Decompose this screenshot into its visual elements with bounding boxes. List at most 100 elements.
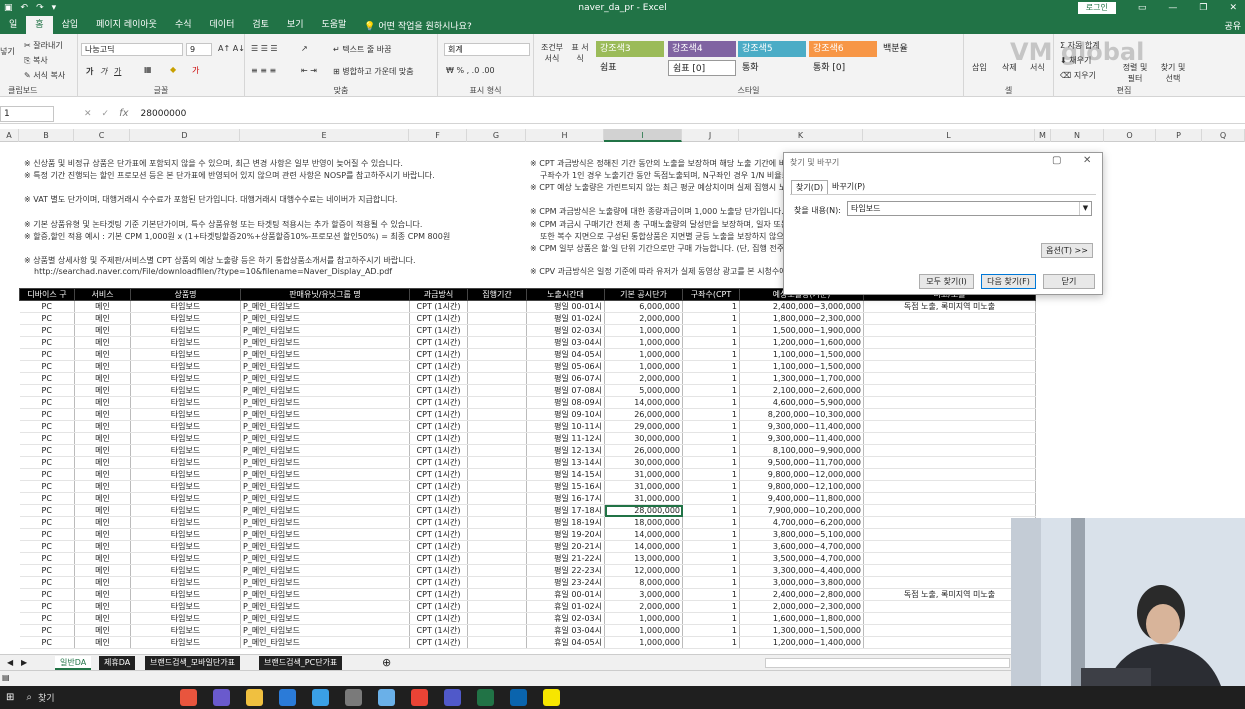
cell-style-4[interactable]: 백분율 <box>879 41 947 57</box>
table-cell[interactable]: 1,000,000 <box>604 612 683 625</box>
table-cell[interactable]: PC <box>19 600 75 613</box>
table-cell[interactable]: 타임보드 <box>130 468 241 481</box>
table-cell[interactable] <box>863 396 1036 409</box>
table-cell[interactable]: 12,000,000 <box>604 564 683 577</box>
table-cell[interactable]: 메인 <box>74 612 131 625</box>
table-cell[interactable]: 타임보드 <box>130 480 241 493</box>
table-cell[interactable]: 타임보드 <box>130 636 241 649</box>
table-cell[interactable]: 평일 03-04시 <box>526 336 605 349</box>
tab-replace[interactable]: 바꾸기(P) <box>828 180 869 194</box>
cell-style-8[interactable]: 통화 [0] <box>809 60 877 76</box>
table-cell[interactable]: P_메인_타임보드 <box>240 372 410 385</box>
table-cell[interactable]: 타임보드 <box>130 348 241 361</box>
column-header-E[interactable]: E <box>240 129 409 142</box>
table-cell[interactable]: PC <box>19 564 75 577</box>
table-cell[interactable]: CPT (1시간) <box>409 348 468 361</box>
currency-icon[interactable]: ₩ % , .0 .00 <box>446 66 495 75</box>
table-cell[interactable]: 타임보드 <box>130 576 241 589</box>
table-cell[interactable]: 타임보드 <box>130 540 241 553</box>
table-cell[interactable]: 평일 20-21시 <box>526 540 605 553</box>
table-cell[interactable]: 3,600,000~4,700,000 <box>739 540 864 553</box>
table-cell[interactable]: 14,000,000 <box>604 540 683 553</box>
table-cell[interactable]: P_메인_타임보드 <box>240 540 410 553</box>
table-cell[interactable]: 평일 18-19시 <box>526 516 605 529</box>
table-cell[interactable]: 2,000,000~2,300,000 <box>739 600 864 613</box>
calculator-icon[interactable] <box>345 689 362 706</box>
table-cell[interactable]: PC <box>19 348 75 361</box>
cell-style-7[interactable]: 통화 <box>738 60 806 76</box>
teams-icon[interactable] <box>444 689 461 706</box>
table-cell[interactable] <box>863 492 1036 505</box>
table-cell[interactable]: 타임보드 <box>130 612 241 625</box>
table-cell[interactable]: P_메인_타임보드 <box>240 636 410 649</box>
table-cell[interactable] <box>863 624 1036 637</box>
cell-style-1[interactable]: 강조색4 <box>668 41 736 57</box>
wrap-text-button[interactable]: ↵ 텍스트 줄 바꿈 <box>333 44 392 55</box>
table-cell[interactable] <box>863 552 1036 565</box>
table-cell[interactable]: CPT (1시간) <box>409 516 468 529</box>
table-cell[interactable] <box>863 360 1036 373</box>
table-cell[interactable]: 메인 <box>74 540 131 553</box>
table-cell[interactable]: 5,000,000 <box>604 384 683 397</box>
table-cell[interactable]: 타임보드 <box>130 564 241 577</box>
table-cell[interactable]: P_메인_타임보드 <box>240 576 410 589</box>
column-header-Q[interactable]: Q <box>1202 129 1245 142</box>
file-explorer-icon[interactable] <box>246 689 263 706</box>
table-cell[interactable]: 3,000,000 <box>604 588 683 601</box>
table-cell[interactable]: 1 <box>682 312 740 325</box>
table-cell[interactable]: PC <box>19 576 75 589</box>
cut-button[interactable]: ✂ 잘라내기 <box>24 40 63 51</box>
table-cell[interactable]: P_메인_타임보드 <box>240 468 410 481</box>
bold-icon[interactable]: 가 <box>86 66 93 77</box>
fill-color-icon[interactable]: ◆ <box>170 65 176 74</box>
clear-button[interactable]: ⌫ 지우기 <box>1060 70 1096 81</box>
table-cell[interactable]: 타임보드 <box>130 336 241 349</box>
table-cell[interactable]: 1 <box>682 636 740 649</box>
table-cell[interactable]: 8,000,000 <box>604 576 683 589</box>
table-cell[interactable] <box>467 372 527 385</box>
table-cell[interactable]: 1 <box>682 456 740 469</box>
table-cell[interactable]: P_메인_타임보드 <box>240 444 410 457</box>
column-header-O[interactable]: O <box>1104 129 1156 142</box>
kakaotalk-icon[interactable] <box>543 689 560 706</box>
table-cell[interactable]: P_메인_타임보드 <box>240 552 410 565</box>
table-cell[interactable] <box>467 324 527 337</box>
table-cell[interactable]: 메인 <box>74 588 131 601</box>
table-cell[interactable]: CPT (1시간) <box>409 588 468 601</box>
table-cell[interactable]: PC <box>19 588 75 601</box>
cell-style-0[interactable]: 강조색3 <box>596 41 664 57</box>
table-cell[interactable]: P_메인_타임보드 <box>240 408 410 421</box>
table-cell[interactable]: 메인 <box>74 348 131 361</box>
table-cell[interactable]: 1,000,000 <box>604 348 683 361</box>
ribbon-tab-4[interactable]: 수식 <box>166 16 201 34</box>
table-cell[interactable]: 메인 <box>74 480 131 493</box>
table-cell[interactable] <box>467 612 527 625</box>
dialog-close-button[interactable]: 닫기 <box>1043 274 1095 289</box>
table-cell[interactable]: 타임보드 <box>130 396 241 409</box>
font-name-combo[interactable]: 나눔고딕 <box>81 43 183 56</box>
table-cell[interactable]: 평일 13-14시 <box>526 456 605 469</box>
cell-style-6[interactable]: 쉼표 [0] <box>668 60 736 76</box>
cell-style-2[interactable]: 강조색5 <box>738 41 806 57</box>
table-cell[interactable]: 메인 <box>74 528 131 541</box>
table-cell[interactable]: CPT (1시간) <box>409 336 468 349</box>
column-filter-header-3[interactable]: 판매유닛/유닛그룹 명 <box>240 288 410 301</box>
close-button[interactable]: ✕ <box>1229 3 1237 13</box>
table-cell[interactable]: 평일 05-06시 <box>526 360 605 373</box>
add-sheet-icon[interactable]: ⊕ <box>377 656 396 670</box>
column-filter-header-6[interactable]: 노출시간대 <box>526 288 605 301</box>
table-cell[interactable]: 31,000,000 <box>604 480 683 493</box>
table-cell[interactable]: 9,800,000~12,100,000 <box>739 480 864 493</box>
table-cell[interactable] <box>467 528 527 541</box>
table-cell[interactable] <box>467 576 527 589</box>
column-header-J[interactable]: J <box>682 129 739 142</box>
table-cell[interactable]: CPT (1시간) <box>409 540 468 553</box>
table-cell[interactable]: 메인 <box>74 336 131 349</box>
italic-icon[interactable]: 가 <box>100 66 107 77</box>
format-table-button[interactable]: 표 서식 <box>568 42 592 64</box>
table-cell[interactable] <box>467 624 527 637</box>
table-cell[interactable]: 1 <box>682 444 740 457</box>
table-cell[interactable]: P_메인_타임보드 <box>240 348 410 361</box>
table-cell[interactable]: PC <box>19 360 75 373</box>
table-cell[interactable] <box>467 348 527 361</box>
